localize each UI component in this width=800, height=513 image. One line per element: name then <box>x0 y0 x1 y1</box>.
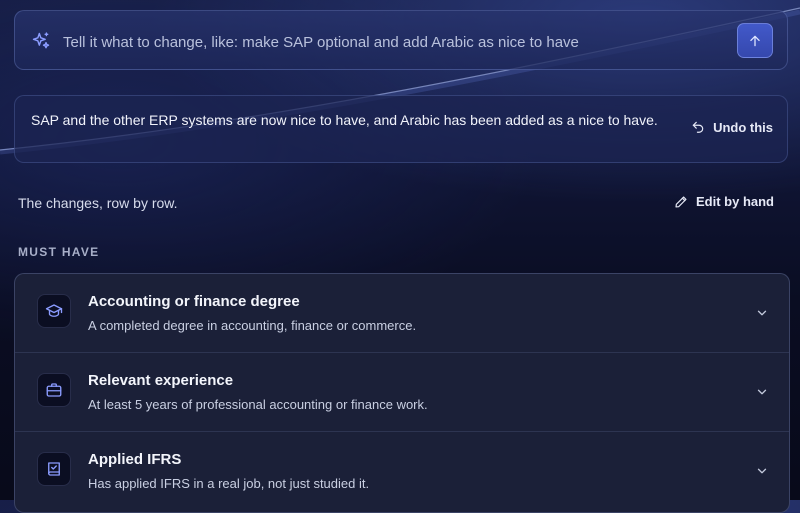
chevron-down-icon[interactable] <box>755 306 769 320</box>
graduation-cap-icon <box>37 294 71 328</box>
requirement-row[interactable]: Relevant experience At least 5 years of … <box>15 352 789 430</box>
requirement-row[interactable]: Applied IFRS Has applied IFRS in a real … <box>15 431 789 509</box>
requirement-description: At least 5 years of professional account… <box>88 397 428 412</box>
change-notice: SAP and the other ERP systems are now ni… <box>14 95 788 163</box>
requirement-description: Has applied IFRS in a real job, not just… <box>88 476 370 491</box>
changes-caption: The changes, row by row. <box>18 195 178 211</box>
requirement-title: Applied IFRS <box>88 451 182 468</box>
sparkle-icon <box>32 32 50 49</box>
prompt-bar <box>14 10 788 70</box>
notice-text: SAP and the other ERP systems are now ni… <box>31 112 658 128</box>
requirement-title: Accounting or finance degree <box>88 293 300 310</box>
edit-label: Edit by hand <box>696 194 774 209</box>
pencil-icon <box>675 195 687 208</box>
prompt-input[interactable] <box>61 29 725 55</box>
requirement-description: A completed degree in accounting, financ… <box>88 318 417 333</box>
undo-label: Undo this <box>713 119 773 135</box>
undo-button[interactable]: Undo this <box>691 115 773 139</box>
arrow-up-icon <box>750 35 760 46</box>
undo-icon <box>692 121 704 133</box>
requirements-card: Accounting or finance degree A completed… <box>14 273 790 513</box>
send-button[interactable] <box>737 23 773 58</box>
edit-by-hand-button[interactable]: Edit by hand <box>674 194 774 209</box>
briefcase-icon <box>37 373 71 407</box>
requirement-row[interactable]: Accounting or finance degree A completed… <box>15 274 789 352</box>
requirement-title: Relevant experience <box>88 372 234 389</box>
chevron-down-icon[interactable] <box>755 385 769 399</box>
book-check-icon <box>37 452 71 486</box>
section-label-must-have: MUST HAVE <box>18 245 100 259</box>
chevron-down-icon[interactable] <box>755 464 769 478</box>
